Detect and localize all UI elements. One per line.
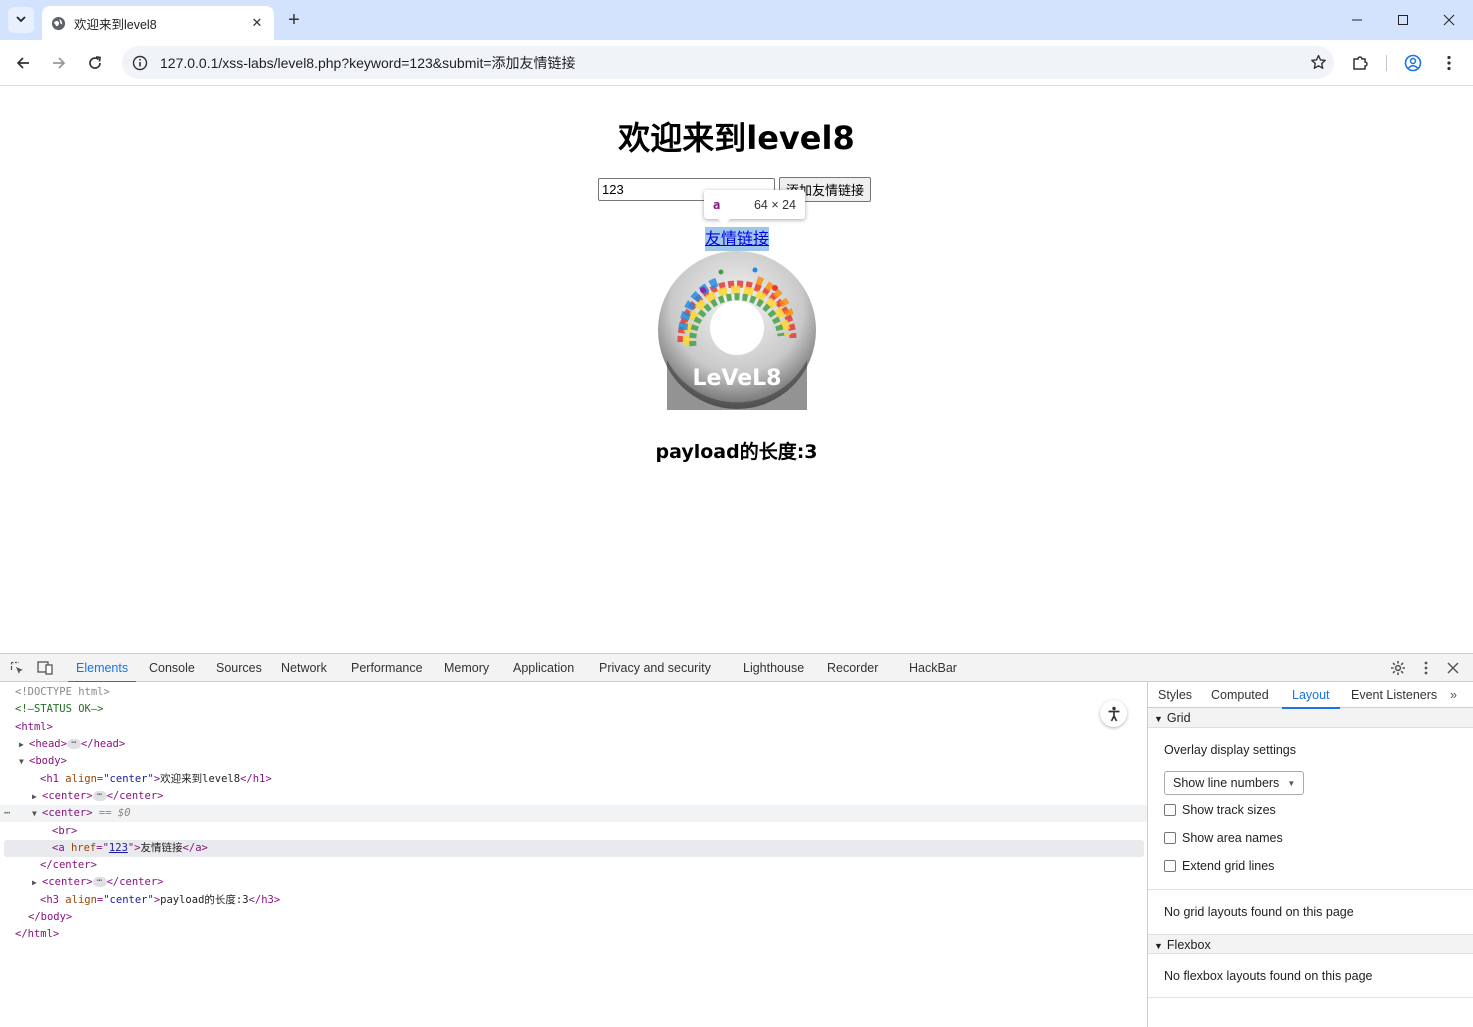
- dom-center-2-selected[interactable]: ⋯ ▼ <center> == $0: [0, 805, 1147, 822]
- friend-link[interactable]: 友情链接: [705, 227, 769, 251]
- more-tabs-chevron-icon[interactable]: »: [1450, 682, 1457, 708]
- show-track-sizes-checkbox[interactable]: Show track sizes: [1164, 801, 1457, 819]
- tab-close-icon[interactable]: ✕: [248, 14, 266, 32]
- elements-dom-tree: <!DOCTYPE html> <!—STATUS OK—> <html> ▶ <…: [0, 682, 1147, 1027]
- devtools-tab-sources[interactable]: Sources: [216, 654, 262, 682]
- dom-head[interactable]: ▶ <head> ⋯ </head>: [0, 736, 1147, 753]
- devtools-tab-performance[interactable]: Performance: [351, 654, 423, 682]
- tab-search-button[interactable]: [8, 7, 34, 33]
- address-bar[interactable]: 127.0.0.1/xss-labs/level8.php?keyword=12…: [122, 46, 1334, 79]
- dom-html-close[interactable]: </html>: [0, 926, 1147, 943]
- line-numbers-select[interactable]: Show line numbers ▼: [1164, 771, 1305, 795]
- devtools-tab-memory[interactable]: Memory: [444, 654, 489, 682]
- side-tab-styles[interactable]: Styles: [1158, 682, 1192, 708]
- dom-h3[interactable]: <h3 align="center">payload的长度:3</h3>: [0, 892, 1147, 909]
- accessibility-icon: [1108, 706, 1119, 721]
- devtools-tabbar: Elements Console Sources Network Perform…: [0, 654, 1473, 683]
- dom-html-open[interactable]: <html>: [0, 719, 1147, 736]
- dom-center-1[interactable]: ▶ <center> ⋯ </center>: [0, 788, 1147, 805]
- devtools-tab-application[interactable]: Application: [513, 654, 574, 682]
- side-tab-layout[interactable]: Layout: [1282, 682, 1339, 709]
- dropdown-arrow-icon: ▼: [1287, 778, 1296, 788]
- kebab-menu-icon[interactable]: [1437, 51, 1461, 75]
- devtools-close-icon[interactable]: [1444, 659, 1462, 677]
- flexbox-section-header[interactable]: ▼ Flexbox: [1148, 934, 1473, 954]
- devtools-tab-privacy[interactable]: Privacy and security: [599, 654, 711, 682]
- no-flexbox-message: No flexbox layouts found on this page: [1164, 969, 1373, 983]
- device-toolbar-icon[interactable]: [36, 659, 54, 677]
- elements-side-panel: Styles Computed Layout Event Listeners »…: [1147, 682, 1473, 1027]
- ellipsis-icon[interactable]: ⋯: [92, 791, 107, 801]
- expand-triangle-icon[interactable]: ▶: [19, 736, 29, 753]
- dom-body-open[interactable]: ▼ <body>: [0, 753, 1147, 770]
- devtools-menu-icon[interactable]: [1417, 659, 1435, 677]
- globe-icon: [50, 15, 66, 31]
- close-window-button[interactable]: [1436, 8, 1462, 32]
- dom-body-close[interactable]: </body>: [0, 909, 1147, 926]
- disc-label: LeVeL8: [692, 366, 781, 391]
- dom-center-2-close[interactable]: </center>: [0, 857, 1147, 874]
- expand-triangle-icon[interactable]: ▶: [32, 874, 42, 891]
- page-viewport: 欢迎来到level8 添加友情链接 友情链接 a 64 × 24 LeVeL8 …: [0, 87, 1473, 653]
- tooltip-tag: a: [713, 197, 721, 212]
- collapse-triangle-icon[interactable]: ▼: [19, 753, 29, 770]
- accessibility-tree-button[interactable]: [1100, 700, 1127, 727]
- maximize-button[interactable]: [1390, 8, 1416, 32]
- collapse-triangle-icon: ▼: [1154, 714, 1163, 724]
- grid-section-header[interactable]: ▼ Grid: [1148, 708, 1473, 728]
- devtools-tab-lighthouse[interactable]: Lighthouse: [743, 654, 804, 682]
- expand-triangle-icon[interactable]: ▶: [32, 788, 42, 805]
- back-button[interactable]: [11, 51, 35, 75]
- inspect-element-icon[interactable]: [8, 659, 26, 677]
- dom-br[interactable]: <br>: [0, 823, 1147, 840]
- settings-gear-icon[interactable]: [1389, 659, 1407, 677]
- overlay-settings-label: Overlay display settings: [1164, 743, 1297, 757]
- minimize-button[interactable]: [1344, 8, 1370, 32]
- payload-length: payload的长度:3: [655, 441, 818, 463]
- browser-toolbar: 127.0.0.1/xss-labs/level8.php?keyword=12…: [0, 40, 1473, 86]
- devtools-tab-network[interactable]: Network: [281, 654, 327, 682]
- tooltip-size: 64 × 24: [753, 197, 796, 212]
- collapse-triangle-icon: ▼: [1154, 941, 1163, 951]
- no-grid-message: No grid layouts found on this page: [1164, 905, 1354, 919]
- tab-strip: 欢迎来到level8 ✕ +: [0, 0, 1473, 40]
- devtools-tab-console[interactable]: Console: [149, 654, 195, 682]
- toolbar-separator: [1386, 55, 1387, 71]
- dom-center-3[interactable]: ▶ <center> ⋯ </center>: [0, 874, 1147, 891]
- bookmark-star-icon[interactable]: [1302, 54, 1334, 71]
- dom-doctype[interactable]: <!DOCTYPE html>: [0, 684, 1147, 701]
- inspect-tooltip: a 64 × 24: [704, 190, 805, 225]
- collapse-triangle-icon[interactable]: ▼: [32, 805, 42, 822]
- side-tab-computed[interactable]: Computed: [1211, 682, 1269, 708]
- dom-h1[interactable]: <h1 align="center">欢迎来到level8</h1>: [0, 771, 1147, 788]
- ellipsis-icon[interactable]: ⋯: [92, 877, 107, 887]
- show-area-names-checkbox[interactable]: Show area names: [1164, 829, 1457, 847]
- tab-title: 欢迎来到level8: [74, 17, 157, 32]
- devtools-tab-hackbar[interactable]: HackBar: [909, 654, 957, 682]
- dom-anchor[interactable]: <a href="123">友情链接</a>: [4, 840, 1144, 857]
- devtools-panel: Elements Console Sources Network Perform…: [0, 653, 1473, 1027]
- new-tab-button[interactable]: +: [283, 9, 305, 31]
- reload-button[interactable]: [83, 51, 107, 75]
- dom-comment[interactable]: <!—STATUS OK—>: [0, 701, 1147, 718]
- side-panel-tabs: Styles Computed Layout Event Listeners »: [1148, 682, 1473, 709]
- level-disc-image: LeVeL8: [658, 251, 816, 410]
- browser-tab-active[interactable]: 欢迎来到level8 ✕: [42, 6, 274, 40]
- chevron-down-icon: [15, 13, 27, 28]
- extend-grid-lines-checkbox[interactable]: Extend grid lines: [1164, 857, 1457, 875]
- more-actions-icon[interactable]: ⋯: [4, 805, 32, 822]
- extensions-icon[interactable]: [1348, 51, 1372, 75]
- page-title: 欢迎来到level8: [618, 119, 855, 157]
- forward-button[interactable]: [47, 51, 71, 75]
- devtools-tab-recorder[interactable]: Recorder: [827, 654, 878, 682]
- devtools-tab-elements[interactable]: Elements: [67, 654, 137, 683]
- side-tab-event-listeners[interactable]: Event Listeners: [1351, 682, 1437, 708]
- profile-icon[interactable]: [1401, 51, 1425, 75]
- ellipsis-icon[interactable]: ⋯: [66, 739, 81, 749]
- site-info-icon[interactable]: [124, 55, 156, 71]
- divider: [1148, 997, 1473, 998]
- url-text[interactable]: 127.0.0.1/xss-labs/level8.php?keyword=12…: [156, 53, 1302, 73]
